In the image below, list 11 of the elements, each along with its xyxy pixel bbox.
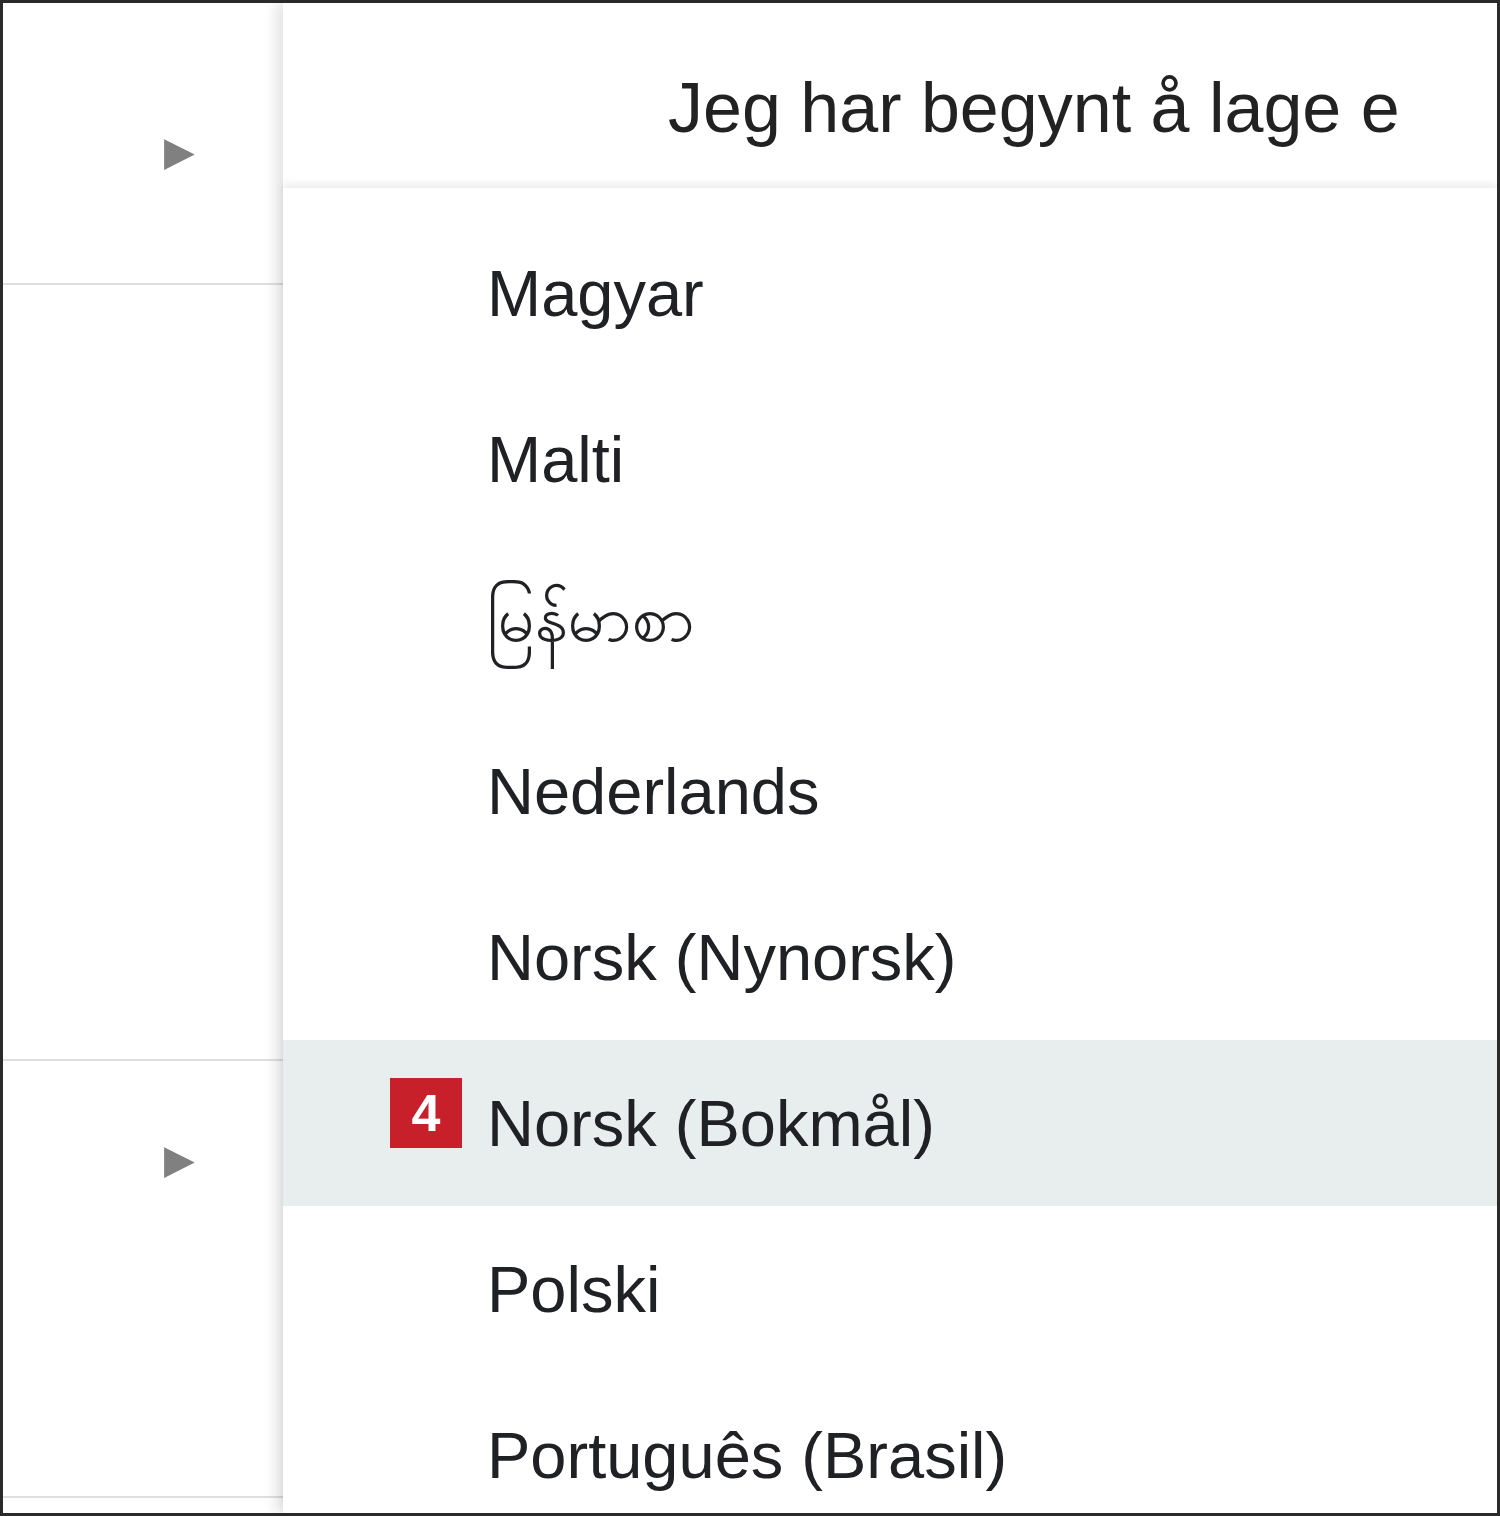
step-badge: 4	[390, 1078, 462, 1148]
menu-item[interactable]: မြန်မာစာ	[283, 542, 1497, 708]
menu-item[interactable]: 4 Norsk (Bokmål)	[283, 1040, 1497, 1206]
menu-item[interactable]: Polski	[283, 1206, 1497, 1372]
expand-arrow-icon[interactable]: ▶	[164, 1138, 195, 1179]
expand-arrow-icon[interactable]: ▶	[164, 131, 195, 171]
menu-item[interactable]: Português (Brasil)	[283, 1372, 1497, 1513]
menu-item[interactable]: Nederlands	[283, 708, 1497, 874]
menu-item[interactable]: Malti	[283, 376, 1497, 542]
menu-item[interactable]: Magyar	[283, 210, 1497, 376]
menu-item[interactable]: Norsk (Nynorsk)	[283, 874, 1497, 1040]
